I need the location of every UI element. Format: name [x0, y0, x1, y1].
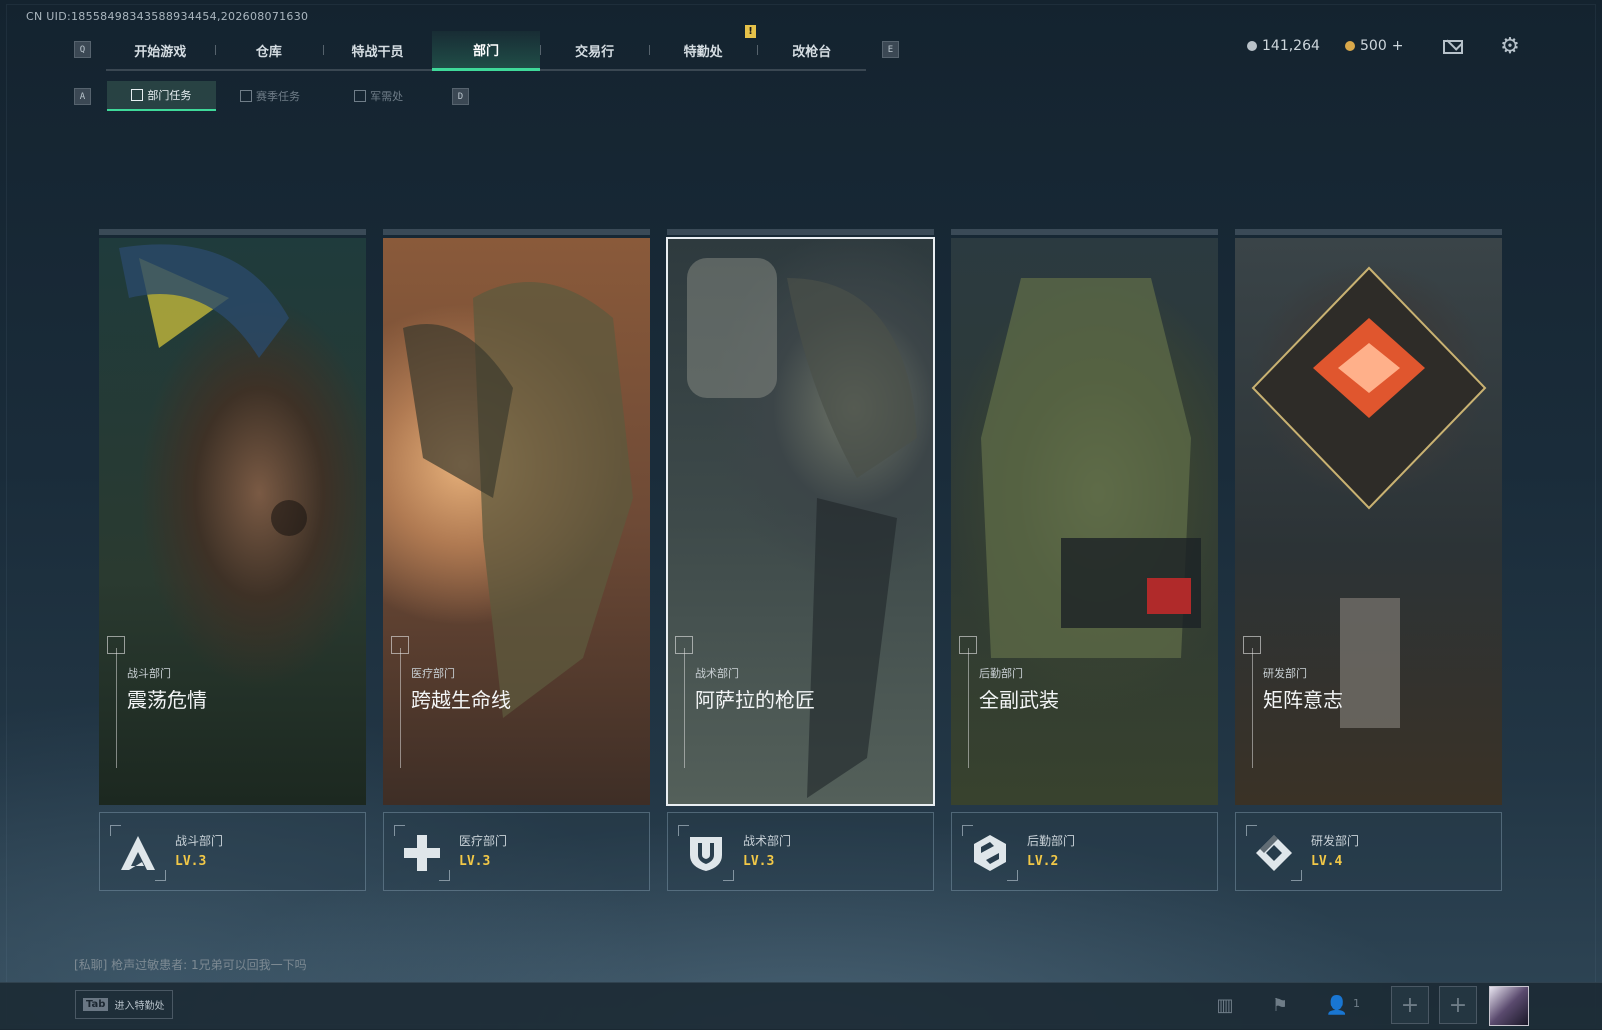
card-category: 战斗部门	[127, 667, 171, 680]
department-card-research[interactable]: 研发部门 矩阵意志	[1235, 229, 1502, 805]
card-art-research: 研发部门 矩阵意志	[1235, 238, 1502, 805]
department-info-medical[interactable]: 医疗部门 LV.3	[383, 812, 650, 891]
card-category: 战术部门	[695, 667, 739, 680]
department-card-logistics[interactable]: 后勤部门 全副武装	[951, 229, 1218, 805]
quartermaster-icon	[354, 90, 367, 102]
tab-trading[interactable]: 交易行	[540, 31, 649, 69]
medic-figure	[403, 282, 633, 718]
card-title: 全副武装	[979, 688, 1059, 712]
card-art-medical: 医疗部门 跨越生命线	[383, 238, 650, 805]
card-category: 研发部门	[1263, 667, 1307, 680]
subtab-label: 赛季任务	[256, 90, 300, 103]
card-art-logistics: 后勤部门 全副武装	[951, 238, 1218, 805]
subtab-label: 部门任务	[147, 89, 192, 102]
department-card-combat[interactable]: 战斗部门 震荡危情	[99, 229, 366, 805]
chat-message[interactable]: [私聊] 枪声过敏患者: 1兄弟可以回我一下吗	[74, 956, 307, 973]
mission-icon	[131, 89, 144, 101]
card-art-combat: 战斗部门 震荡危情	[99, 238, 366, 805]
operator-portrait	[119, 244, 307, 536]
flag-icon[interactable]: ⚑	[1268, 996, 1292, 1016]
silver-coin-icon	[1247, 41, 1257, 51]
tab-warehouse[interactable]: 仓库	[214, 31, 324, 69]
department-level: LV.3	[459, 854, 491, 869]
card-category: 后勤部门	[979, 667, 1023, 680]
department-level: LV.3	[743, 854, 775, 869]
friends-icon[interactable]: 👤	[1325, 996, 1349, 1016]
subnav-next-key[interactable]: D	[452, 88, 469, 105]
card-topbar	[667, 229, 934, 235]
enter-special-ops-label: 进入特勤处	[114, 1001, 165, 1012]
team-slot[interactable]: +	[1439, 986, 1477, 1024]
info-category: 研发部门	[1311, 834, 1360, 848]
sub-nav: 部门任务 赛季任务 军需处	[107, 81, 433, 111]
card-topbar	[383, 229, 650, 235]
subtab-season-missions[interactable]: 赛季任务	[216, 81, 325, 111]
tab-operators[interactable]: 特战干员	[323, 31, 432, 69]
logistics-emblem-icon	[962, 825, 1018, 881]
department-level: LV.2	[1027, 854, 1059, 869]
subtab-department-missions[interactable]: 部门任务	[107, 81, 216, 111]
info-category: 医疗部门	[459, 834, 508, 848]
gold-coin-icon	[1345, 41, 1355, 51]
enter-special-ops-button[interactable]: Tab 进入特勤处	[75, 990, 173, 1019]
department-card-tactical[interactable]: 战术部门 阿萨拉的枪匠	[666, 229, 935, 806]
card-vline	[1252, 648, 1253, 768]
card-title: 阿萨拉的枪匠	[695, 688, 815, 712]
add-gold-button[interactable]: +	[1392, 38, 1404, 54]
team-slot[interactable]: +	[1391, 986, 1429, 1024]
subtab-quartermaster[interactable]: 军需处	[324, 81, 433, 111]
department-info-tactical[interactable]: 战术部门 LV.3	[667, 812, 934, 891]
silver-currency: 141,264	[1247, 38, 1320, 54]
tactical-emblem-icon	[678, 825, 734, 881]
nav-prev-key[interactable]: Q	[74, 41, 91, 58]
combat-emblem-icon	[110, 825, 166, 881]
alert-badge: !	[745, 25, 756, 38]
card-vline	[968, 648, 969, 768]
info-category: 后勤部门	[1027, 834, 1076, 848]
research-emblem-icon	[1246, 825, 1302, 881]
info-category: 战斗部门	[175, 834, 224, 848]
department-info-combat[interactable]: 战斗部门 LV.3	[99, 812, 366, 891]
stats-icon[interactable]: ▥	[1213, 996, 1237, 1016]
uid-label: CN UID:18558498343588934454,202608071630	[26, 10, 309, 23]
card-category: 医疗部门	[411, 667, 455, 680]
tab-start-game[interactable]: 开始游戏	[106, 31, 215, 69]
avatar[interactable]	[1489, 986, 1529, 1026]
silver-amount: 141,264	[1262, 38, 1320, 54]
tab-departments[interactable]: 部门	[431, 31, 541, 71]
gold-amount: 500	[1360, 38, 1387, 54]
tab-special-ops[interactable]: 特勤处	[648, 31, 758, 69]
subtab-label: 军需处	[370, 90, 404, 103]
card-art-tactical: 战术部门 阿萨拉的枪匠	[666, 237, 935, 806]
nav-next-key[interactable]: E	[882, 41, 899, 58]
department-level: LV.4	[1311, 854, 1343, 869]
gold-currency[interactable]: 500 +	[1345, 38, 1403, 54]
medical-emblem-icon	[394, 825, 450, 881]
card-title: 震荡危情	[127, 688, 207, 712]
card-topbar	[99, 229, 366, 235]
matrix-cube	[1251, 266, 1487, 728]
armor-vest	[981, 278, 1201, 658]
card-vline	[684, 648, 685, 768]
season-icon	[240, 90, 252, 102]
friend-count: 1	[1353, 997, 1360, 1010]
operator-with-nvg	[687, 258, 917, 798]
card-vline	[400, 648, 401, 768]
department-card-medical[interactable]: 医疗部门 跨越生命线	[383, 229, 650, 805]
card-topbar	[951, 229, 1218, 235]
card-title: 矩阵意志	[1263, 688, 1343, 712]
department-info-research[interactable]: 研发部门 LV.4	[1235, 812, 1502, 891]
card-topbar	[1235, 229, 1502, 235]
tab-gunsmith[interactable]: 改枪台	[757, 31, 866, 69]
info-category: 战术部门	[743, 834, 792, 848]
tab-key: Tab	[83, 998, 109, 1011]
department-info-logistics[interactable]: 后勤部门 LV.2	[951, 812, 1218, 891]
bottom-bar	[0, 982, 1602, 1030]
card-vline	[116, 648, 117, 768]
mail-icon[interactable]	[1443, 40, 1463, 54]
gear-icon[interactable]: ⚙	[1499, 36, 1521, 58]
department-level: LV.3	[175, 854, 207, 869]
card-title: 跨越生命线	[411, 688, 511, 712]
subnav-prev-key[interactable]: A	[74, 88, 91, 105]
